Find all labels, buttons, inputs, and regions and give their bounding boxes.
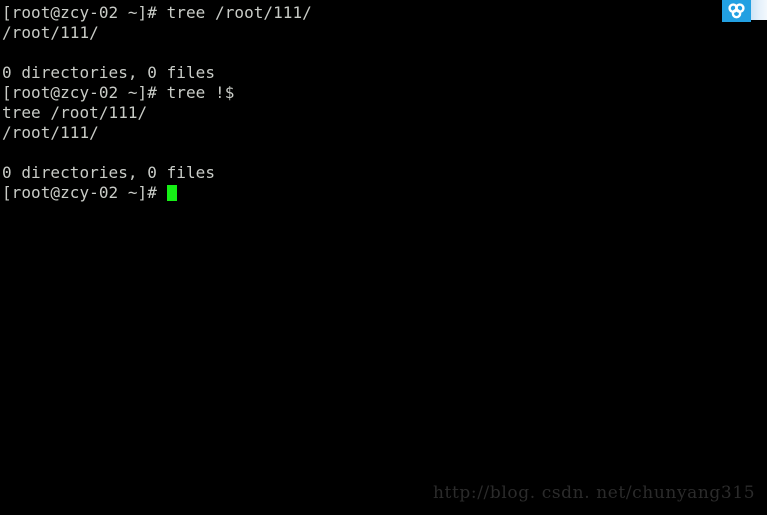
corner-strip	[751, 0, 767, 20]
block-cursor-icon	[166, 185, 177, 201]
terminal-line: [root@zcy-02 ~]# tree /root/111/	[2, 3, 312, 22]
terminal-line: [root@zcy-02 ~]# tree !$	[2, 83, 235, 102]
terminal-line: /root/111/	[2, 23, 99, 42]
corner-overlay-widget[interactable]	[722, 0, 767, 22]
watermark-text: http://blog. csdn. net/chunyang315	[433, 483, 756, 503]
terminal-line: 0 directories, 0 files	[2, 163, 216, 182]
terminal-prompt-line[interactable]: [root@zcy-02 ~]#	[2, 183, 767, 203]
terminal-line: 0 directories, 0 files	[2, 63, 216, 82]
terminal-line: /root/111/	[2, 123, 99, 142]
terminal-screen: [root@zcy-02 ~]# tree /root/111/ /root/1…	[0, 0, 767, 515]
terminal-output-area[interactable]: [root@zcy-02 ~]# tree /root/111/ /root/1…	[0, 0, 767, 515]
terminal-line: tree /root/111/	[2, 103, 148, 122]
prompt-text: [root@zcy-02 ~]#	[2, 183, 167, 202]
trefoil-cloud-icon[interactable]	[722, 0, 751, 22]
